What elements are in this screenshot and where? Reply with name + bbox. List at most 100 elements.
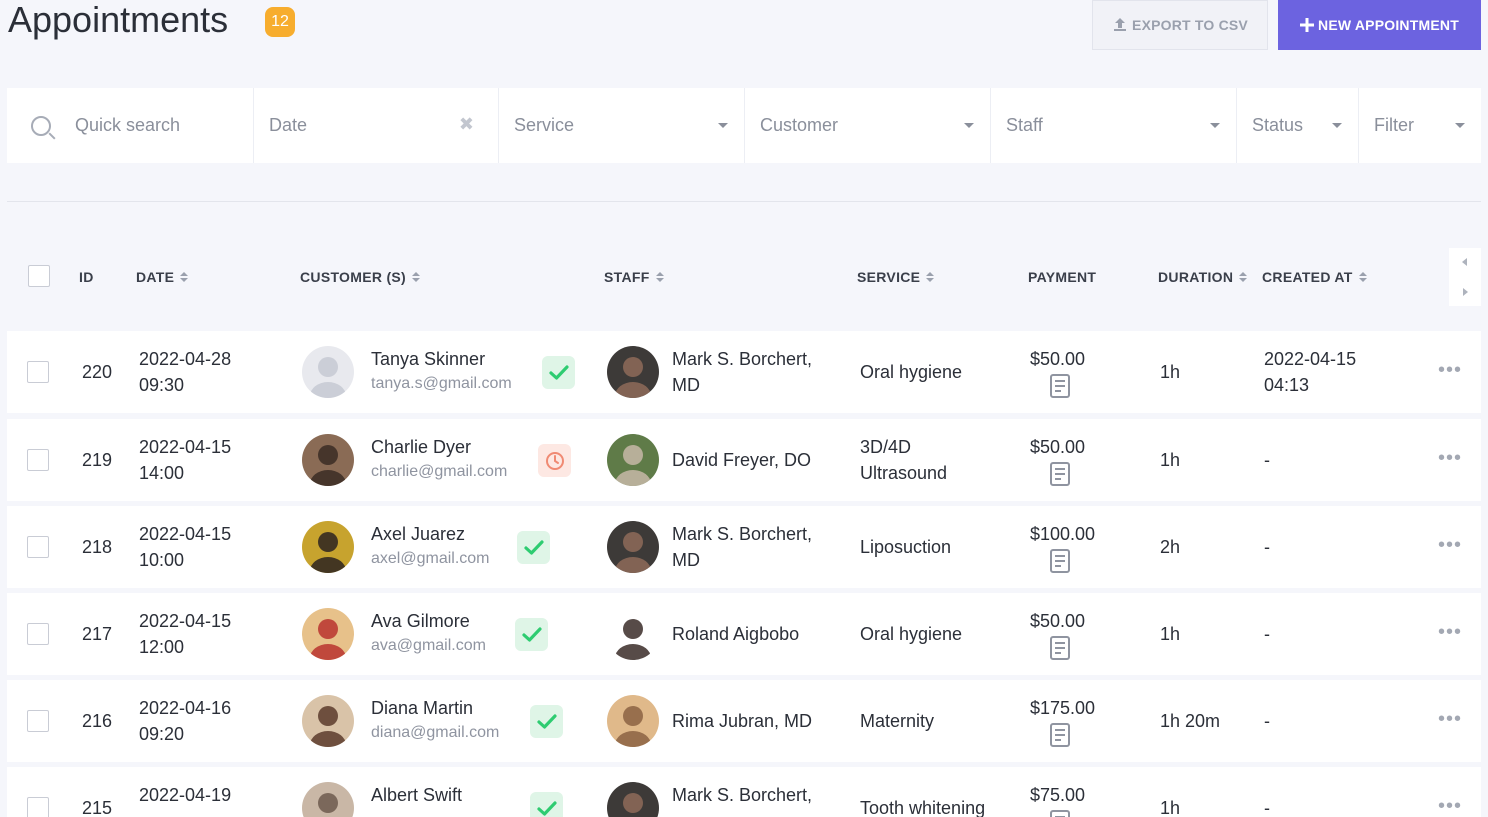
- time-value: 12:00: [139, 637, 185, 657]
- date-value: 2022-04-28: [139, 349, 232, 369]
- created-at: -: [1264, 447, 1270, 473]
- table-header: ID DATE CUSTOMER (S) STAFF SERVICE PAYME…: [7, 248, 1481, 306]
- more-actions-icon[interactable]: •••: [1438, 706, 1462, 732]
- upload-icon: [1114, 18, 1127, 31]
- col-service[interactable]: SERVICE: [857, 269, 935, 285]
- table-row[interactable]: 220 2022-04-28 09:30 Tanya Skinner tanya.…: [7, 331, 1481, 413]
- row-checkbox[interactable]: [27, 449, 49, 471]
- payment-amount: $75.00: [1030, 785, 1086, 805]
- table-row[interactable]: 217 2022-04-15 12:00 Ava Gilmore ava@gmai…: [7, 593, 1481, 675]
- staff-filter[interactable]: Staff: [991, 88, 1236, 163]
- customer-name[interactable]: Axel Juarez: [371, 521, 465, 547]
- table-row[interactable]: 215 2022-04-19 Albert Swift Mark S. Borc…: [7, 767, 1481, 817]
- more-actions-icon[interactable]: •••: [1438, 357, 1462, 383]
- receipt-button[interactable]: [1049, 461, 1071, 492]
- created-time: 04:13: [1264, 375, 1310, 395]
- date-value: 2022-04-16: [139, 698, 232, 718]
- service-filter[interactable]: Service: [499, 88, 744, 163]
- service-line-1: Oral hygiene: [860, 362, 963, 382]
- staff-avatar: [607, 695, 659, 747]
- quick-search-input[interactable]: Quick search: [7, 88, 253, 163]
- table-row[interactable]: 219 2022-04-15 14:00 Charlie Dyer charlie…: [7, 419, 1481, 501]
- receipt-icon[interactable]: [1049, 461, 1071, 487]
- col-staff[interactable]: STAFF: [604, 269, 664, 285]
- status-badge[interactable]: [530, 792, 563, 817]
- service-filter-label: Service: [514, 115, 575, 135]
- approved-check-icon: [521, 626, 542, 642]
- created-date: -: [1264, 537, 1270, 557]
- more-actions-icon[interactable]: •••: [1438, 793, 1462, 817]
- receipt-button[interactable]: [1049, 635, 1071, 666]
- clear-icon[interactable]: ✖: [459, 114, 474, 135]
- receipt-button[interactable]: [1049, 722, 1071, 753]
- customer-name[interactable]: Charlie Dyer: [371, 434, 471, 460]
- customer-avatar: [302, 346, 354, 398]
- staff-avatar: [607, 782, 659, 817]
- approved-check-icon: [548, 364, 569, 380]
- receipt-button[interactable]: [1049, 809, 1071, 817]
- table-row[interactable]: 216 2022-04-16 09:20 Diana Martin diana@g…: [7, 680, 1481, 762]
- customer-name[interactable]: Ava Gilmore: [371, 608, 470, 634]
- staff-line-1: Mark S. Borchert,: [672, 524, 813, 544]
- more-actions-icon[interactable]: •••: [1438, 445, 1462, 471]
- customer-avatar: [302, 434, 354, 486]
- customer-name[interactable]: Tanya Skinner: [371, 346, 485, 372]
- customer-avatar: [302, 521, 354, 573]
- row-checkbox[interactable]: [27, 623, 49, 645]
- status-badge[interactable]: [515, 618, 548, 651]
- more-filter[interactable]: Filter: [1359, 88, 1481, 163]
- col-created-at[interactable]: CREATED AT: [1262, 269, 1367, 285]
- staff-name: David Freyer, DO: [672, 447, 842, 473]
- approved-check-icon: [536, 713, 557, 729]
- col-date[interactable]: DATE: [136, 269, 189, 285]
- receipt-icon[interactable]: [1049, 809, 1071, 817]
- staff-avatar: [607, 521, 659, 573]
- duration: 2h: [1160, 537, 1181, 557]
- export-csv-button[interactable]: EXPORT TO CSV: [1092, 0, 1268, 50]
- status-badge[interactable]: [538, 444, 571, 477]
- col-customers[interactable]: CUSTOMER (S): [300, 269, 421, 285]
- status-filter[interactable]: Status: [1237, 88, 1358, 163]
- created-date: -: [1264, 711, 1270, 731]
- col-customers-label: CUSTOMER (S): [300, 269, 407, 285]
- more-actions-icon[interactable]: •••: [1438, 532, 1462, 558]
- status-badge[interactable]: [542, 356, 575, 389]
- customer-avatar: [302, 695, 354, 747]
- approved-check-icon: [536, 800, 557, 816]
- receipt-button[interactable]: [1049, 373, 1071, 404]
- row-checkbox[interactable]: [27, 361, 49, 383]
- select-all-checkbox[interactable]: [28, 265, 50, 287]
- row-checkbox[interactable]: [27, 710, 49, 732]
- staff-line-2: MD: [672, 550, 700, 570]
- receipt-icon[interactable]: [1049, 373, 1071, 399]
- receipt-icon[interactable]: [1049, 722, 1071, 748]
- customer-photo-icon: [302, 695, 354, 747]
- row-checkbox[interactable]: [27, 536, 49, 558]
- table-row[interactable]: 218 2022-04-15 10:00 Axel Juarez axel@gma…: [7, 506, 1481, 588]
- row-checkbox[interactable]: [27, 797, 49, 817]
- date-filter[interactable]: Date ✖: [254, 88, 498, 163]
- customer-name[interactable]: Diana Martin: [371, 695, 473, 721]
- status-badge[interactable]: [530, 705, 563, 738]
- sort-icon: [655, 272, 664, 282]
- new-appointment-button[interactable]: NEW APPOINTMENT: [1278, 0, 1481, 50]
- receipt-button[interactable]: [1049, 548, 1071, 579]
- receipt-icon[interactable]: [1049, 548, 1071, 574]
- customer-name[interactable]: Albert Swift: [371, 782, 462, 808]
- more-actions-icon[interactable]: •••: [1438, 619, 1462, 645]
- staff-photo-icon: [607, 521, 659, 573]
- service-line-1: Tooth whitening: [860, 798, 986, 817]
- scroll-left-icon[interactable]: [1462, 258, 1467, 266]
- receipt-icon[interactable]: [1049, 635, 1071, 661]
- scroll-right-icon[interactable]: [1463, 288, 1468, 296]
- customer-filter[interactable]: Customer: [745, 88, 990, 163]
- service-name: Maternity: [860, 708, 1020, 734]
- chevron-down-icon: [964, 123, 974, 128]
- col-id: ID: [79, 269, 94, 285]
- service-line-2: Ultrasound: [860, 463, 948, 483]
- status-badge[interactable]: [517, 531, 550, 564]
- appointment-id: 216: [82, 711, 113, 731]
- customer-email: axel@gmail.com: [371, 550, 490, 567]
- col-duration[interactable]: DURATION: [1158, 269, 1248, 285]
- staff-avatar: [607, 346, 659, 398]
